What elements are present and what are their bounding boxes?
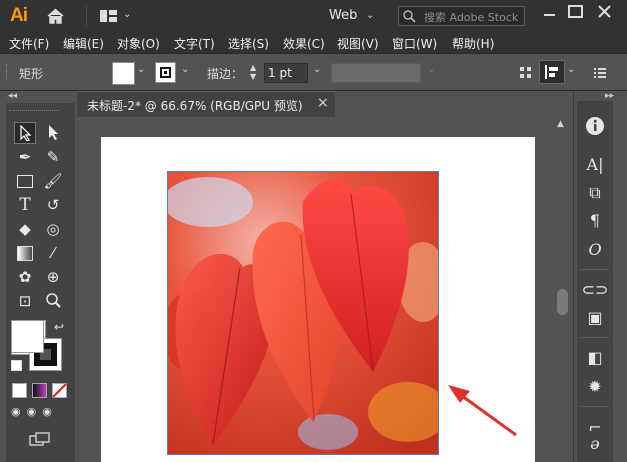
symbol-sprayer-tool-icon[interactable]: ✿ bbox=[14, 266, 36, 288]
chevron-down-icon[interactable]: ⌄ bbox=[123, 9, 131, 20]
menu-window[interactable]: 窗口(W) bbox=[392, 35, 437, 52]
control-bar: 矩形 ⌄ ⌄ 描边： ▲ ▼ 1 pt ⌄ ⌄ ⌄ bbox=[0, 53, 627, 91]
stroke-label: 描边： bbox=[207, 67, 244, 81]
character-icon[interactable]: A| bbox=[577, 155, 613, 174]
none-mode-icon[interactable] bbox=[52, 383, 67, 398]
collapse-panels-icon[interactable]: ▸▸ bbox=[605, 91, 614, 101]
stroke-stepper[interactable]: ▲ ▼ bbox=[250, 63, 258, 83]
stroke-swatch[interactable] bbox=[155, 62, 176, 83]
tools-grip[interactable] bbox=[9, 110, 59, 117]
collapse-tools-icon[interactable]: ◂◂ bbox=[8, 91, 17, 101]
eraser-tool-icon[interactable]: ◆ bbox=[14, 218, 36, 240]
gradient-mode-icon[interactable] bbox=[32, 383, 47, 398]
menu-object[interactable]: 对象(O) bbox=[117, 35, 160, 52]
menu-type[interactable]: 文字(T) bbox=[174, 35, 215, 52]
width-tool-icon[interactable]: ◎ bbox=[42, 218, 64, 240]
menu-effect[interactable]: 效果(C) bbox=[283, 35, 325, 52]
workspace-chevron-icon[interactable]: ⌄ bbox=[366, 10, 374, 21]
direct-selection-tool-icon[interactable] bbox=[42, 122, 64, 144]
layers-icon[interactable]: ▣ bbox=[577, 308, 613, 327]
links-icon[interactable]: ⊂⊃ bbox=[577, 280, 613, 299]
profile-chevron-icon: ⌄ bbox=[427, 64, 436, 75]
menu-help[interactable]: 帮助(H) bbox=[452, 35, 494, 52]
app-logo: Ai bbox=[10, 5, 28, 26]
home-icon[interactable] bbox=[46, 8, 65, 25]
variable-width-profile bbox=[331, 63, 421, 83]
leaf-photo-image[interactable] bbox=[167, 171, 439, 455]
paragraph-icon[interactable]: ¶ bbox=[577, 211, 613, 230]
rotate-tool-icon[interactable]: ↺ bbox=[42, 194, 64, 216]
type-tool-icon[interactable]: T bbox=[14, 194, 36, 216]
scroll-thumb[interactable] bbox=[557, 289, 568, 315]
info-icon[interactable] bbox=[585, 116, 605, 136]
fill-chevron-icon[interactable]: ⌄ bbox=[137, 64, 145, 75]
color-mode-icon[interactable] bbox=[12, 383, 27, 398]
menu-bar: 文件(F) 编辑(E) 对象(O) 文字(T) 选择(S) 效果(C) 视图(V… bbox=[0, 32, 627, 53]
stroke-chevron-icon[interactable]: ⌄ bbox=[181, 64, 189, 75]
stroke-weight-value: 1 pt bbox=[268, 66, 292, 80]
stroke-weight-input[interactable]: 1 pt bbox=[264, 63, 308, 83]
menu-select[interactable]: 选择(S) bbox=[228, 35, 269, 52]
shape-builder-tool-icon[interactable]: ⊕ bbox=[42, 266, 64, 288]
search-placeholder: 搜索 Adobe Stock bbox=[424, 11, 519, 24]
gradient-tool-icon[interactable] bbox=[14, 242, 36, 264]
align-icon bbox=[545, 65, 558, 79]
fill-swatch[interactable] bbox=[112, 62, 135, 85]
arrange-grid-icon[interactable] bbox=[520, 67, 531, 78]
align-chevron-icon[interactable]: ⌄ bbox=[567, 64, 575, 75]
zoom-tool-icon[interactable] bbox=[42, 290, 64, 312]
scroll-up-icon[interactable]: ▲ bbox=[557, 119, 564, 129]
paragraph-styles-icon[interactable]: ⧉ bbox=[577, 183, 613, 203]
rectangle-tool-icon[interactable] bbox=[14, 170, 36, 192]
vertical-scrollbar[interactable]: ▲ bbox=[553, 117, 573, 462]
menu-file[interactable]: 文件(F) bbox=[9, 35, 49, 52]
close-icon[interactable] bbox=[598, 5, 611, 18]
artboard-tool-icon[interactable]: ⊡ bbox=[14, 290, 36, 312]
screen-mode-icon[interactable] bbox=[29, 432, 51, 446]
search-icon bbox=[403, 10, 416, 23]
selection-tool-icon[interactable] bbox=[14, 122, 36, 144]
opentype-icon[interactable]: O bbox=[577, 240, 613, 259]
panel-grip[interactable] bbox=[6, 64, 9, 80]
eyedropper-tool-icon[interactable]: ⁄ bbox=[42, 242, 64, 264]
maximize-icon[interactable] bbox=[568, 5, 583, 18]
document-tab-title: 未标题-2* @ 66.67% (RGB/GPU 预览) bbox=[87, 99, 303, 113]
pathfinder-icon[interactable]: ◧ bbox=[577, 348, 613, 367]
red-arrow-annotation bbox=[448, 385, 517, 437]
selection-type-label: 矩形 bbox=[19, 67, 44, 81]
curvature-tool-icon[interactable]: ✎ bbox=[42, 146, 64, 168]
fill-color-front[interactable] bbox=[11, 320, 44, 353]
pen-tool-icon[interactable]: ✒ bbox=[14, 146, 36, 168]
align-button[interactable] bbox=[539, 60, 565, 84]
stroke-weight-chevron-icon[interactable]: ⌄ bbox=[313, 64, 321, 75]
minimize-icon[interactable] bbox=[541, 6, 559, 19]
menu-edit[interactable]: 编辑(E) bbox=[63, 35, 104, 52]
glyphs-icon[interactable]: ə bbox=[577, 434, 613, 453]
swap-colors-icon[interactable]: ↩ bbox=[54, 320, 64, 334]
arrange-documents-icon[interactable] bbox=[100, 10, 117, 22]
close-tab-icon[interactable]: × bbox=[317, 95, 329, 111]
red-leaves-image bbox=[168, 172, 438, 454]
workspace-switcher[interactable]: Web bbox=[329, 8, 357, 23]
document-tab[interactable]: 未标题-2* @ 66.67% (RGB/GPU 预览) × bbox=[77, 91, 335, 117]
default-colors-icon[interactable] bbox=[11, 360, 22, 371]
appearance-icon[interactable]: ✹ bbox=[577, 377, 613, 396]
stock-search-input[interactable]: 搜索 Adobe Stock bbox=[398, 6, 525, 26]
paintbrush-tool-icon[interactable]: 🖌 bbox=[42, 170, 64, 192]
draw-modes-icon[interactable]: ◉◉◉ bbox=[11, 405, 71, 421]
title-bar: Ai ⌄ Web ⌄ 搜索 Adobe Stock bbox=[0, 0, 627, 32]
menu-view[interactable]: 视图(V) bbox=[337, 35, 379, 52]
panel-menu-icon[interactable] bbox=[594, 68, 606, 78]
